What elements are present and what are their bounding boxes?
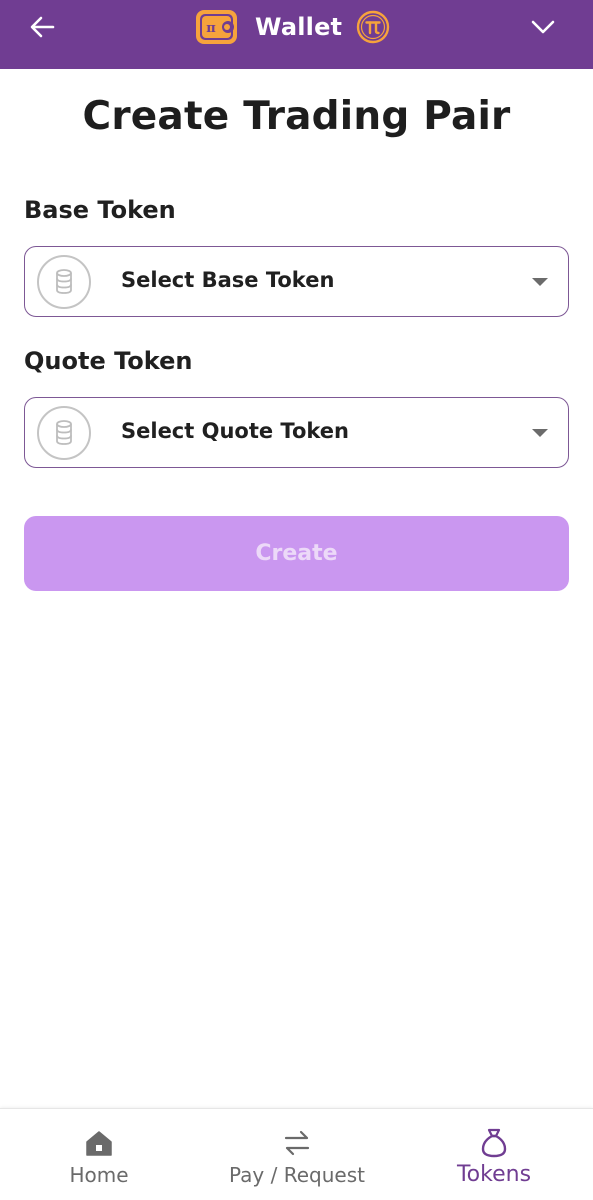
nav-tokens[interactable]: Tokens: [395, 1109, 593, 1200]
nav-home[interactable]: Home: [0, 1109, 198, 1200]
back-button[interactable]: [22, 12, 62, 42]
arrow-left-icon: [30, 16, 55, 38]
base-token-select[interactable]: Select Base Token: [24, 246, 569, 317]
quote-token-select-placeholder: Select Quote Token: [121, 419, 349, 443]
home-icon: [83, 1127, 115, 1159]
header-menu-button[interactable]: [524, 10, 562, 44]
nav-tokens-label: Tokens: [456, 1162, 532, 1187]
coin-stack-icon: [37, 406, 91, 460]
base-token-label: Base Token: [24, 196, 176, 224]
brand: π Wallet: [194, 6, 390, 48]
nav-pay-request[interactable]: Pay / Request: [198, 1109, 396, 1200]
nav-pay-request-label: Pay / Request: [229, 1163, 365, 1187]
quote-token-select[interactable]: Select Quote Token: [24, 397, 569, 468]
quote-token-label: Quote Token: [24, 347, 193, 375]
base-token-select-placeholder: Select Base Token: [121, 268, 335, 292]
top-bar: π Wallet: [0, 0, 593, 69]
svg-text:π: π: [206, 21, 216, 36]
wallet-icon: π: [196, 10, 237, 44]
caret-down-icon: [532, 278, 548, 286]
page-title: Create Trading Pair: [82, 94, 511, 139]
create-button[interactable]: Create: [24, 516, 569, 591]
swap-arrows-icon: [281, 1127, 313, 1159]
coin-stack-icon: [37, 255, 91, 309]
money-bag-icon: [478, 1127, 510, 1159]
caret-down-icon: [532, 429, 548, 437]
app-title: Wallet: [255, 13, 343, 41]
chevron-down-icon: [531, 20, 555, 34]
pi-coin-icon: [357, 10, 390, 44]
nav-home-label: Home: [69, 1163, 129, 1187]
bottom-nav: Home Pay / Request Tokens: [0, 1108, 593, 1200]
